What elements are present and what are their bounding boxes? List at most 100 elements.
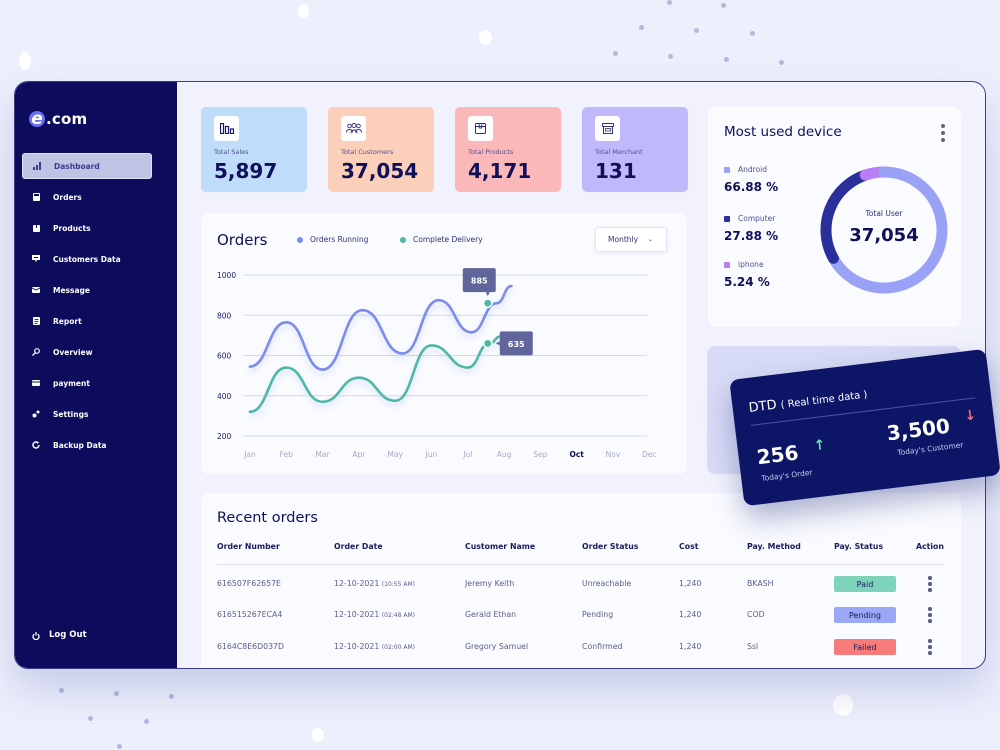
series-line-orders-running[interactable] <box>248 284 513 371</box>
dtd-title-main: DTD <box>747 397 778 416</box>
users-icon <box>345 123 362 134</box>
stat-card-total-merchant[interactable]: Total Merchant 131 <box>582 107 688 192</box>
sidebar-nav: Dashboard Orders Products Customers Data <box>22 153 152 463</box>
column-header[interactable]: Order Date <box>334 542 383 551</box>
legend-swatch <box>724 166 730 173</box>
column-header[interactable]: Pay. Method <box>747 542 801 551</box>
device-name: Computer <box>738 214 776 223</box>
sidebar-item-backup-data[interactable]: Backup Data <box>22 432 152 458</box>
pay-method-cell: Ssl <box>747 642 759 651</box>
decor-dot <box>59 688 64 693</box>
order-number-cell: 616507F62657E <box>217 579 281 588</box>
stat-icon-box <box>341 116 366 141</box>
order-number-cell: 6164C8E6D037D <box>217 642 285 651</box>
row-action-menu-button[interactable] <box>928 576 932 592</box>
column-header[interactable]: Cost <box>679 542 698 551</box>
box-icon <box>32 224 40 232</box>
orders-line-chart: 200 400 600 800 1000 Jan Feb Mar Apr May Jun Jul Aug… <box>217 268 657 459</box>
data-point-marker[interactable] <box>482 338 493 349</box>
sidebar-item-label: Products <box>53 223 91 233</box>
legend-label: Orders Running <box>310 235 369 244</box>
device-menu-button[interactable] <box>941 124 945 142</box>
decor-dot <box>88 716 93 721</box>
todays-order-value: 256 <box>755 440 800 470</box>
value-tooltip: 635 <box>495 331 533 356</box>
bar-chart-icon <box>33 162 41 170</box>
stat-value: 131 <box>595 159 637 183</box>
logo-mark: e <box>29 110 45 127</box>
stat-card-total-customers[interactable]: Total Customers 37,054 <box>328 107 434 192</box>
donut-center-value: 37,054 <box>849 225 919 246</box>
dtd-title: DTD ( Real time data ) <box>748 387 868 416</box>
cost-cell: 1,240 <box>679 642 702 651</box>
logout-button[interactable]: Log Out <box>32 625 87 644</box>
stat-label: Total Sales <box>214 148 249 156</box>
tooltip-pointer <box>495 341 500 346</box>
customer-name-cell: Jeremy Keith <box>465 579 515 588</box>
box-icon <box>475 123 486 134</box>
x-tick-label: Nov <box>606 450 621 459</box>
stat-label: Total Customers <box>341 148 394 156</box>
customer-name-cell: Gregory Samuel <box>465 642 529 651</box>
table-header-divider <box>217 564 944 565</box>
order-status-cell: Unreachable <box>582 579 632 588</box>
x-tick-label: Jun <box>425 450 438 459</box>
stat-card-total-sales[interactable]: Total Sales 5,897 <box>201 107 307 192</box>
legend-complete-delivery[interactable]: Complete Delivery <box>400 235 483 244</box>
x-tick-label: Apr <box>352 450 366 459</box>
sidebar-item-label: Orders <box>53 192 82 202</box>
pay-method-cell: BKASH <box>747 579 774 588</box>
column-header[interactable]: Pay. Status <box>834 542 883 551</box>
row-action-menu-button[interactable] <box>928 639 932 655</box>
stat-icon-box <box>595 116 620 141</box>
column-header[interactable]: Action <box>916 542 944 551</box>
device-name: Android <box>738 165 767 174</box>
stat-value: 5,897 <box>214 159 278 183</box>
device-percent: 5.24 % <box>724 275 770 289</box>
logo[interactable]: e .com <box>29 110 87 128</box>
kebab-dot <box>928 588 932 592</box>
recent-orders-title: Recent orders <box>217 510 318 526</box>
legend-orders-running[interactable]: Orders Running <box>297 235 368 244</box>
sidebar-item-message[interactable]: Message <box>22 277 152 303</box>
column-header[interactable]: Customer Name <box>465 542 535 551</box>
legend-label: Complete Delivery <box>413 235 483 244</box>
stat-card-total-products[interactable]: Total Products 4,171 <box>455 107 561 192</box>
sidebar-item-dashboard[interactable]: Dashboard <box>22 153 152 179</box>
decor-dot <box>144 719 149 724</box>
order-status-cell: Confirmed <box>582 642 623 651</box>
decor-dot <box>298 4 309 18</box>
sidebar-item-report[interactable]: Report <box>22 308 152 334</box>
order-status-cell: Pending <box>582 610 614 619</box>
value-tooltip: 885 <box>462 268 496 297</box>
sidebar-item-orders[interactable]: Orders <box>22 184 152 210</box>
decor-dot <box>668 54 673 59</box>
row-action-menu-button[interactable] <box>928 607 932 623</box>
device-name: iphone <box>738 260 764 269</box>
recent-orders-panel: Recent orders Order Number Order Date Cust… <box>201 493 961 668</box>
period-dropdown[interactable]: Monthly ⌄ <box>595 227 667 252</box>
arrow-up-icon: ↑ <box>812 436 827 455</box>
data-point-marker[interactable] <box>482 298 493 309</box>
mail-icon <box>32 286 40 294</box>
store-icon <box>601 123 614 134</box>
decor-dot <box>779 60 784 65</box>
y-tick-label: 800 <box>217 311 232 320</box>
refresh-icon <box>32 441 40 449</box>
sidebar-item-overview[interactable]: Overview <box>22 339 152 365</box>
decor-dot <box>114 691 119 696</box>
sidebar-item-customers-data[interactable]: Customers Data <box>22 246 152 272</box>
sidebar-item-label: payment <box>53 378 90 388</box>
order-time: (02:48 AM) <box>381 612 415 619</box>
series-line-complete-delivery[interactable] <box>248 335 502 414</box>
x-tick-label: Oct <box>569 450 584 459</box>
period-dropdown-value: Monthly <box>608 235 639 244</box>
sidebar-item-payment[interactable]: payment <box>22 370 152 396</box>
decor-dot <box>479 30 492 45</box>
column-header[interactable]: Order Number <box>217 542 280 551</box>
decor-dot <box>694 28 699 33</box>
sidebar-item-settings[interactable]: Settings <box>22 401 152 427</box>
sidebar-item-products[interactable]: Products <box>22 215 152 241</box>
column-header[interactable]: Order Status <box>582 542 638 551</box>
stat-value: 4,171 <box>468 159 532 183</box>
